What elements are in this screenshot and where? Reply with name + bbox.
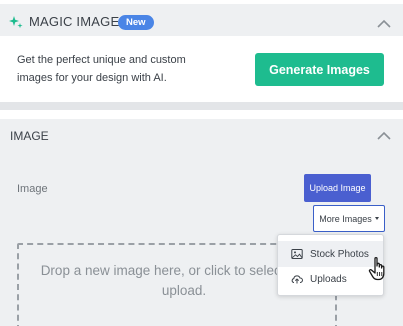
sparkle-icon [9,16,23,29]
image-field-label: Image [17,183,48,195]
chevron-up-icon[interactable] [377,131,391,140]
magic-image-body: Get the perfect unique and custom images… [0,36,403,102]
hand-cursor-icon [368,256,385,281]
cloud-upload-icon [291,275,303,284]
chevron-up-icon[interactable] [377,19,391,28]
upload-image-button[interactable]: Upload Image [304,174,371,202]
more-images-button[interactable]: More Images [313,205,385,232]
magic-image-header[interactable]: MAGIC IMAGE New [0,4,403,36]
generate-images-button[interactable]: Generate Images [255,53,384,86]
menu-item-label: Uploads [310,273,347,285]
image-icon [291,249,303,259]
more-images-label: More Images [319,213,372,224]
image-section-header[interactable]: IMAGE [0,119,403,151]
caret-down-icon [374,217,379,220]
magic-image-description: Get the perfect unique and custom images… [17,54,186,84]
section-divider [0,102,403,110]
image-section-title: IMAGE [10,129,49,143]
editor-panel: MAGIC IMAGE New Get the perfect unique a… [0,0,403,326]
new-badge: New [118,15,154,30]
magic-image-title: MAGIC IMAGE [29,14,120,29]
menu-item-label: Stock Photos [310,248,369,260]
